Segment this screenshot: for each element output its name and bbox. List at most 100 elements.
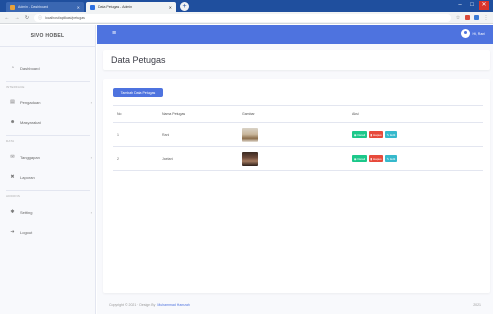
sidebar-item-laporan[interactable]: ✖ Laporan <box>10 174 90 181</box>
users-icon: ☻ <box>10 119 16 125</box>
footer-copyright: Copyright © 2021 · Design By <box>109 303 156 307</box>
close-window-button[interactable]: ✕ <box>479 1 489 10</box>
footer: Copyright © 2021 · Design By Muhammad Ha… <box>97 296 493 314</box>
address-bar[interactable]: ⓘ localhost/aplikasi/petugas <box>34 13 451 22</box>
favicon-icon <box>90 4 95 10</box>
top-navbar: ≡ Hi, Rani <box>97 25 493 44</box>
sidebar-heading: INTERFACE <box>6 85 25 89</box>
forward-button[interactable]: → <box>14 15 20 21</box>
table-header-row: No Nama Petugas Gambar Aksi <box>113 105 483 123</box>
user-dropdown[interactable]: Hi, Rani <box>460 29 485 38</box>
detail-button[interactable]: ◉ Detail <box>352 131 367 138</box>
menu-toggle-icon[interactable]: ≡ <box>112 30 116 38</box>
sidebar-item-label: Setting <box>20 210 33 215</box>
pencil-icon: ✎ <box>386 156 390 161</box>
chevron-right-icon: › <box>90 155 92 160</box>
edit-label: Edit <box>390 156 396 161</box>
edit-button[interactable]: ✎ Edit <box>385 155 397 162</box>
sidebar: SIVO HOBEL ◔ Dashboard INTERFACE ▤ Penga… <box>0 25 96 314</box>
browser-tab-petugas[interactable]: Data Petugas - Admin ✕ <box>86 2 176 12</box>
info-icon[interactable]: ⓘ <box>38 15 42 21</box>
sidebar-heading: DATA <box>6 139 15 143</box>
sidebar-item-pengaduan[interactable]: ▤ Pengaduan › <box>10 100 92 106</box>
detail-button[interactable]: ◉ Detail <box>352 155 367 162</box>
hapus-button[interactable]: ▮ Hapus <box>369 131 383 138</box>
column-header-no: No <box>113 105 158 123</box>
close-tab-icon[interactable]: ✕ <box>169 5 172 10</box>
cell-no: 1 <box>113 122 158 147</box>
pencil-icon: ✎ <box>386 132 390 137</box>
sidebar-item-masyarakat[interactable]: ☻ Masyarakat <box>10 119 90 126</box>
browser-titlebar: Admin - Dashboard ✕ Data Petugas - Admin… <box>0 0 493 12</box>
star-icon[interactable]: ☆ <box>455 15 461 21</box>
sidebar-item-label: Dashboard <box>20 66 40 71</box>
petugas-photo <box>242 151 258 166</box>
cell-nama: Rani <box>158 122 238 147</box>
footer-author-link[interactable]: Muhammad Hamzah <box>157 303 189 307</box>
cog-icon: ✱ <box>10 209 15 215</box>
sidebar-divider <box>6 81 90 82</box>
print-icon: ✖ <box>10 174 15 180</box>
sidebar-brand[interactable]: SIVO HOBEL <box>0 25 95 47</box>
detail-label: Detail <box>357 156 366 161</box>
footer-right: 2021 <box>473 303 481 307</box>
sidebar-item-setting[interactable]: ✱ Setting › <box>10 209 92 216</box>
eye-icon: ◉ <box>353 156 357 161</box>
avatar <box>460 29 470 38</box>
sidebar-divider <box>6 190 90 191</box>
comments-icon: ✉ <box>10 154 15 160</box>
tab-title: Admin - Dashboard <box>18 5 49 9</box>
edit-button[interactable]: ✎ Edit <box>385 131 397 138</box>
sidebar-item-label: Pengaduan <box>20 100 41 105</box>
column-header-aksi: Aksi <box>348 105 483 123</box>
menu-dots-icon[interactable]: ⋮ <box>483 15 489 21</box>
sidebar-item-label: Tanggapan <box>20 155 40 160</box>
hapus-label: Hapus <box>373 156 382 161</box>
column-header-nama: Nama Petugas <box>158 105 238 123</box>
eye-icon: ◉ <box>353 132 357 137</box>
close-tab-icon[interactable]: ✕ <box>77 5 80 10</box>
new-tab-button[interactable]: + <box>180 2 189 11</box>
trash-icon: ▮ <box>370 132 372 137</box>
chevron-right-icon: › <box>90 100 92 105</box>
sidebar-heading: ADDONS <box>6 194 21 198</box>
cell-nama: Jaelani <box>158 146 238 171</box>
cell-gambar <box>238 122 348 147</box>
edit-label: Edit <box>390 132 396 137</box>
hapus-label: Hapus <box>373 132 382 137</box>
page-title: Data Petugas <box>111 55 166 65</box>
reload-button[interactable]: ↻ <box>24 15 30 21</box>
browser-tab-dashboard[interactable]: Admin - Dashboard ✕ <box>6 2 84 12</box>
sidebar-item-tanggapan[interactable]: ✉ Tanggapan › <box>10 154 92 161</box>
back-button[interactable]: ← <box>4 15 10 21</box>
tab-title: Data Petugas - Admin <box>98 5 133 9</box>
petugas-table: No Nama Petugas Gambar Aksi 1 Rani ◉ Deta… <box>113 105 483 171</box>
chevron-right-icon: › <box>90 210 92 215</box>
extension-icon[interactable] <box>465 15 470 20</box>
logout-icon: ➜ <box>10 229 15 235</box>
detail-label: Detail <box>357 132 366 137</box>
maximize-button[interactable]: □ <box>467 1 477 10</box>
sidebar-divider <box>6 135 90 136</box>
cell-aksi: ◉ Detail ▮ Hapus ✎ Edit <box>348 146 483 171</box>
browser-toolbar: ← → ↻ ⓘ localhost/aplikasi/petugas ☆ ⋮ <box>0 12 493 24</box>
sidebar-item-logout[interactable]: ➜ Logout <box>10 229 90 236</box>
minimize-button[interactable]: – <box>455 1 465 10</box>
sidebar-item-label: Laporan <box>20 175 35 180</box>
sidebar-item-label: Masyarakat <box>20 120 41 125</box>
cell-no: 2 <box>113 146 158 171</box>
extension-icon[interactable] <box>474 15 479 20</box>
user-name: Hi, Rani <box>472 31 485 36</box>
sidebar-item-dashboard[interactable]: ◔ Dashboard <box>10 66 90 72</box>
page-title-card: Data Petugas <box>103 50 490 70</box>
table-row: 1 Rani ◉ Detail ▮ Hapus ✎ Edit <box>113 122 483 147</box>
main-content: Data Petugas Tambah Data Petugas No Nama… <box>97 44 493 314</box>
trash-icon: ▮ <box>370 156 372 161</box>
sidebar-item-label: Logout <box>20 230 33 235</box>
cell-gambar <box>238 146 348 171</box>
url-text: localhost/aplikasi/petugas <box>45 15 85 20</box>
window-controls: – □ ✕ <box>455 1 489 10</box>
hapus-button[interactable]: ▮ Hapus <box>369 155 383 162</box>
add-petugas-button[interactable]: Tambah Data Petugas <box>113 88 163 97</box>
petugas-photo <box>242 127 258 142</box>
